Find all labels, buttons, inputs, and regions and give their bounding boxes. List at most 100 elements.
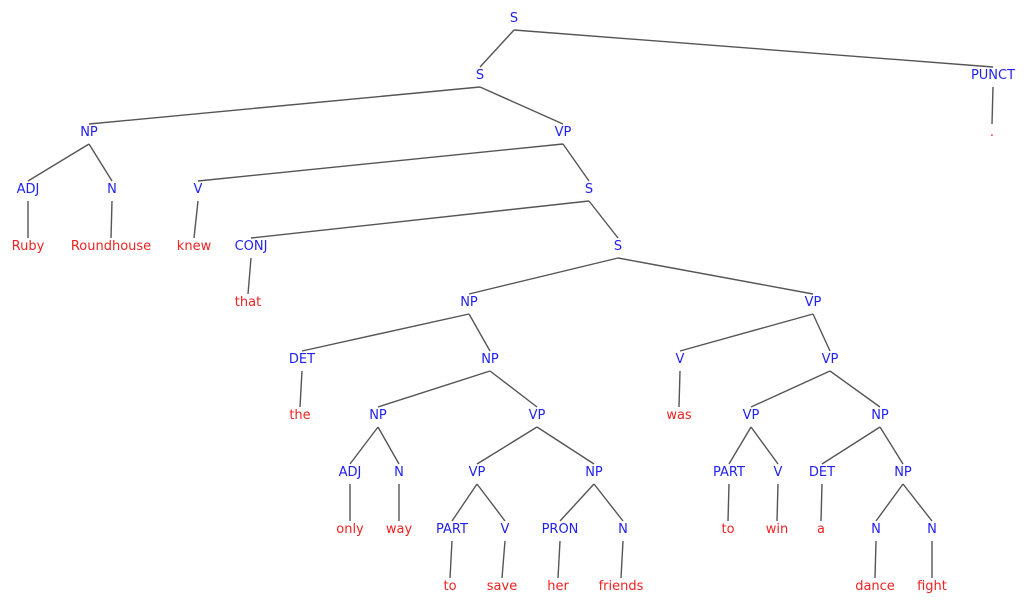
node-s: S <box>509 11 519 26</box>
node-part: PART <box>713 465 745 480</box>
node-adj: ADJ <box>338 465 362 480</box>
tree-edge <box>821 426 881 465</box>
terminal-word-ruby: Ruby <box>11 239 45 254</box>
tree-edge <box>559 483 595 522</box>
tree-edge <box>301 313 470 352</box>
tree-edge <box>468 313 491 352</box>
node-det: DET <box>288 352 316 367</box>
tree-edge <box>27 143 90 182</box>
tree-edge <box>620 540 624 579</box>
node-v: V <box>500 522 510 537</box>
node-vp: VP <box>742 408 760 423</box>
tree-edge <box>468 257 619 295</box>
terminal-word-friends: friends <box>598 579 644 594</box>
tree-edge <box>88 143 113 182</box>
terminal-word-dance: dance <box>855 579 895 594</box>
tree-edge <box>110 200 113 239</box>
terminal-word-fight: fight <box>917 579 947 594</box>
node-np: NP <box>80 125 98 140</box>
node-s: S <box>584 182 594 197</box>
tree-edge <box>250 200 590 239</box>
terminal-word-the: the <box>289 408 311 423</box>
node-np: NP <box>894 465 912 480</box>
node-v: V <box>773 465 783 480</box>
terminal-word-win: win <box>765 522 789 537</box>
node-vp: VP <box>821 352 839 367</box>
node-v: V <box>193 182 203 197</box>
terminal-word-save: save <box>486 579 518 594</box>
tree-edge <box>728 426 752 465</box>
tree-edge <box>193 200 199 239</box>
terminal-word-that: that <box>234 295 262 310</box>
node-n: N <box>618 522 628 537</box>
tree-edge <box>513 29 994 68</box>
tree-edge <box>562 143 590 182</box>
node-n: N <box>107 182 117 197</box>
terminal-word-a: a <box>817 522 825 537</box>
tree-edge <box>829 370 881 408</box>
node-vp: VP <box>554 125 572 140</box>
node-np: NP <box>369 408 387 423</box>
tree-edge <box>451 483 478 522</box>
tree-edge <box>991 86 994 125</box>
tree-edge <box>197 143 564 182</box>
terminal-word-her: her <box>547 579 569 594</box>
tree-edge <box>588 200 619 239</box>
tree-edge <box>299 370 303 408</box>
node-np: NP <box>871 408 889 423</box>
node-vp: VP <box>528 408 546 423</box>
parse-tree: S S PUNCT. NP VP ADJ N Ruby Roundhouse V Sknew CONJ… <box>0 0 1024 607</box>
node-conj: CONJ <box>234 239 268 254</box>
terminal-word-was: was <box>666 408 692 423</box>
tree-edge <box>479 86 564 125</box>
tree-edge <box>489 370 538 408</box>
tree-edge <box>557 540 561 579</box>
tree-edge <box>593 483 624 522</box>
tree-edge <box>349 426 379 465</box>
tree-edge <box>476 426 538 465</box>
tree-edge <box>449 540 453 579</box>
tree-edge <box>479 29 515 68</box>
node-n: N <box>394 465 404 480</box>
tree-edge <box>727 483 730 522</box>
tree-edge <box>377 426 400 465</box>
node-adj: ADJ <box>16 182 40 197</box>
tree-edge <box>536 426 595 465</box>
terminal-word-only: only <box>336 522 364 537</box>
tree-edge <box>679 313 814 352</box>
node-n: N <box>871 522 881 537</box>
node-vp: VP <box>804 295 822 310</box>
node-np: NP <box>481 352 499 367</box>
tree-edge <box>476 483 506 522</box>
tree-edge <box>678 370 681 408</box>
node-part: PART <box>436 522 468 537</box>
node-s: S <box>475 68 485 83</box>
tree-edge <box>875 483 904 522</box>
tree-edge <box>377 370 491 408</box>
tree-edge <box>820 483 823 522</box>
tree-edge <box>776 483 779 522</box>
node-n: N <box>927 522 937 537</box>
node-np: NP <box>585 465 603 480</box>
tree-edge <box>874 540 877 579</box>
node-np: NP <box>460 295 478 310</box>
terminal-word-to: to <box>443 579 457 594</box>
tree-edge <box>88 86 481 125</box>
node-s: S <box>613 239 623 254</box>
terminal-word-to: to <box>721 522 735 537</box>
terminal-word-knew: knew <box>176 239 212 254</box>
terminal-word-roundhouse: Roundhouse <box>70 239 152 254</box>
tree-edge <box>879 426 904 465</box>
tree-edge <box>902 483 933 522</box>
node-vp: VP <box>468 465 486 480</box>
terminal-word-way: way <box>385 522 413 537</box>
tree-edge <box>750 426 779 465</box>
node-pron: PRON <box>541 522 579 537</box>
tree-edge <box>812 313 831 352</box>
terminal-word-period: . <box>989 125 995 140</box>
tree-edge <box>501 540 506 579</box>
tree-edge <box>617 257 814 295</box>
node-punct: PUNCT <box>970 68 1016 83</box>
tree-edge <box>247 257 252 295</box>
tree-edge <box>750 370 831 408</box>
